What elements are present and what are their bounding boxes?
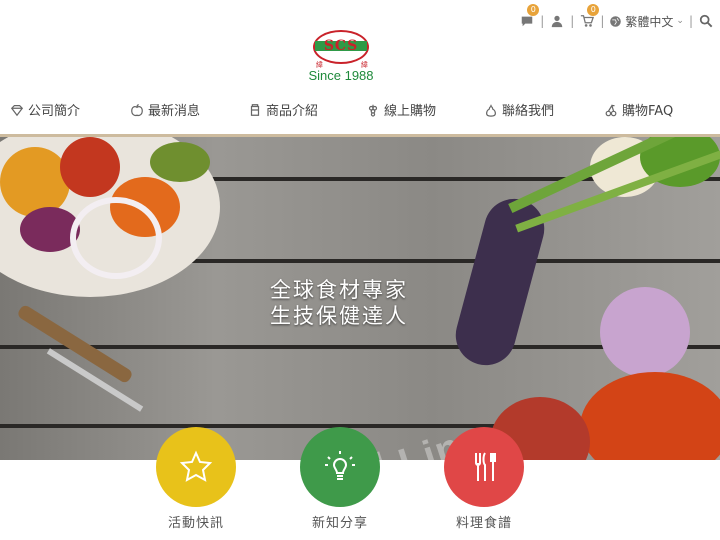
nav-item-faq[interactable]: 購物FAQ: [604, 100, 673, 119]
message-count-badge: 0: [527, 4, 540, 16]
cart-icon[interactable]: 0: [579, 4, 600, 29]
feature-knowledge-button[interactable]: [300, 427, 380, 507]
language-selector[interactable]: 繁體中文 ⌄: [609, 13, 684, 30]
grapes-icon: [368, 104, 378, 117]
user-icon[interactable]: [549, 13, 565, 29]
utensils-icon: [475, 452, 496, 481]
feature-events-button[interactable]: [156, 427, 236, 507]
jar-icon: [250, 103, 260, 116]
nav-item-products[interactable]: 商品介紹: [248, 100, 318, 119]
hero-banner: 全球食材專家 生技保健達人 國 Line: [0, 137, 720, 460]
feature-events-label[interactable]: 活動快訊: [136, 512, 256, 531]
nav-item-news[interactable]: 最新消息: [130, 100, 200, 119]
brand-logo[interactable]: SCS 緯 緯 Since 1988: [300, 30, 382, 86]
globe-icon: [610, 15, 622, 27]
onion-image: [600, 287, 690, 377]
hero-headline: 全球食材專家 生技保健達人: [270, 278, 408, 328]
chevron-down-icon: ⌄: [676, 16, 684, 26]
star-icon: [179, 450, 213, 482]
logo-since-text: Since 1988: [308, 68, 374, 83]
apple-icon: [131, 103, 143, 116]
logo-emblem: SCS: [313, 30, 369, 64]
feature-knowledge-label[interactable]: 新知分享: [280, 512, 400, 531]
utility-bar: 0 | | 0 | 繁體中文 ⌄ |: [519, 4, 714, 34]
language-label: 繁體中文: [625, 14, 674, 29]
nav-item-about[interactable]: 公司簡介: [10, 100, 80, 119]
nav-item-shop[interactable]: 線上購物: [366, 100, 436, 119]
lightbulb-icon: [325, 451, 355, 480]
cart-count-badge: 0: [587, 4, 600, 16]
message-icon[interactable]: 0: [519, 4, 540, 29]
main-nav: 公司簡介 最新消息 商品介紹 線上購物 聯絡我們 購物FAQ: [0, 96, 720, 124]
nav-item-contact[interactable]: 聯絡我們: [484, 100, 554, 119]
cherry-icon: [605, 103, 617, 116]
feature-recipes-label[interactable]: 料理食譜: [424, 512, 544, 531]
diamond-icon: [10, 104, 24, 116]
tomato-image: [0, 147, 70, 217]
pear-icon: [486, 104, 496, 117]
feature-recipes-button[interactable]: [444, 427, 524, 507]
search-icon[interactable]: [698, 13, 714, 29]
